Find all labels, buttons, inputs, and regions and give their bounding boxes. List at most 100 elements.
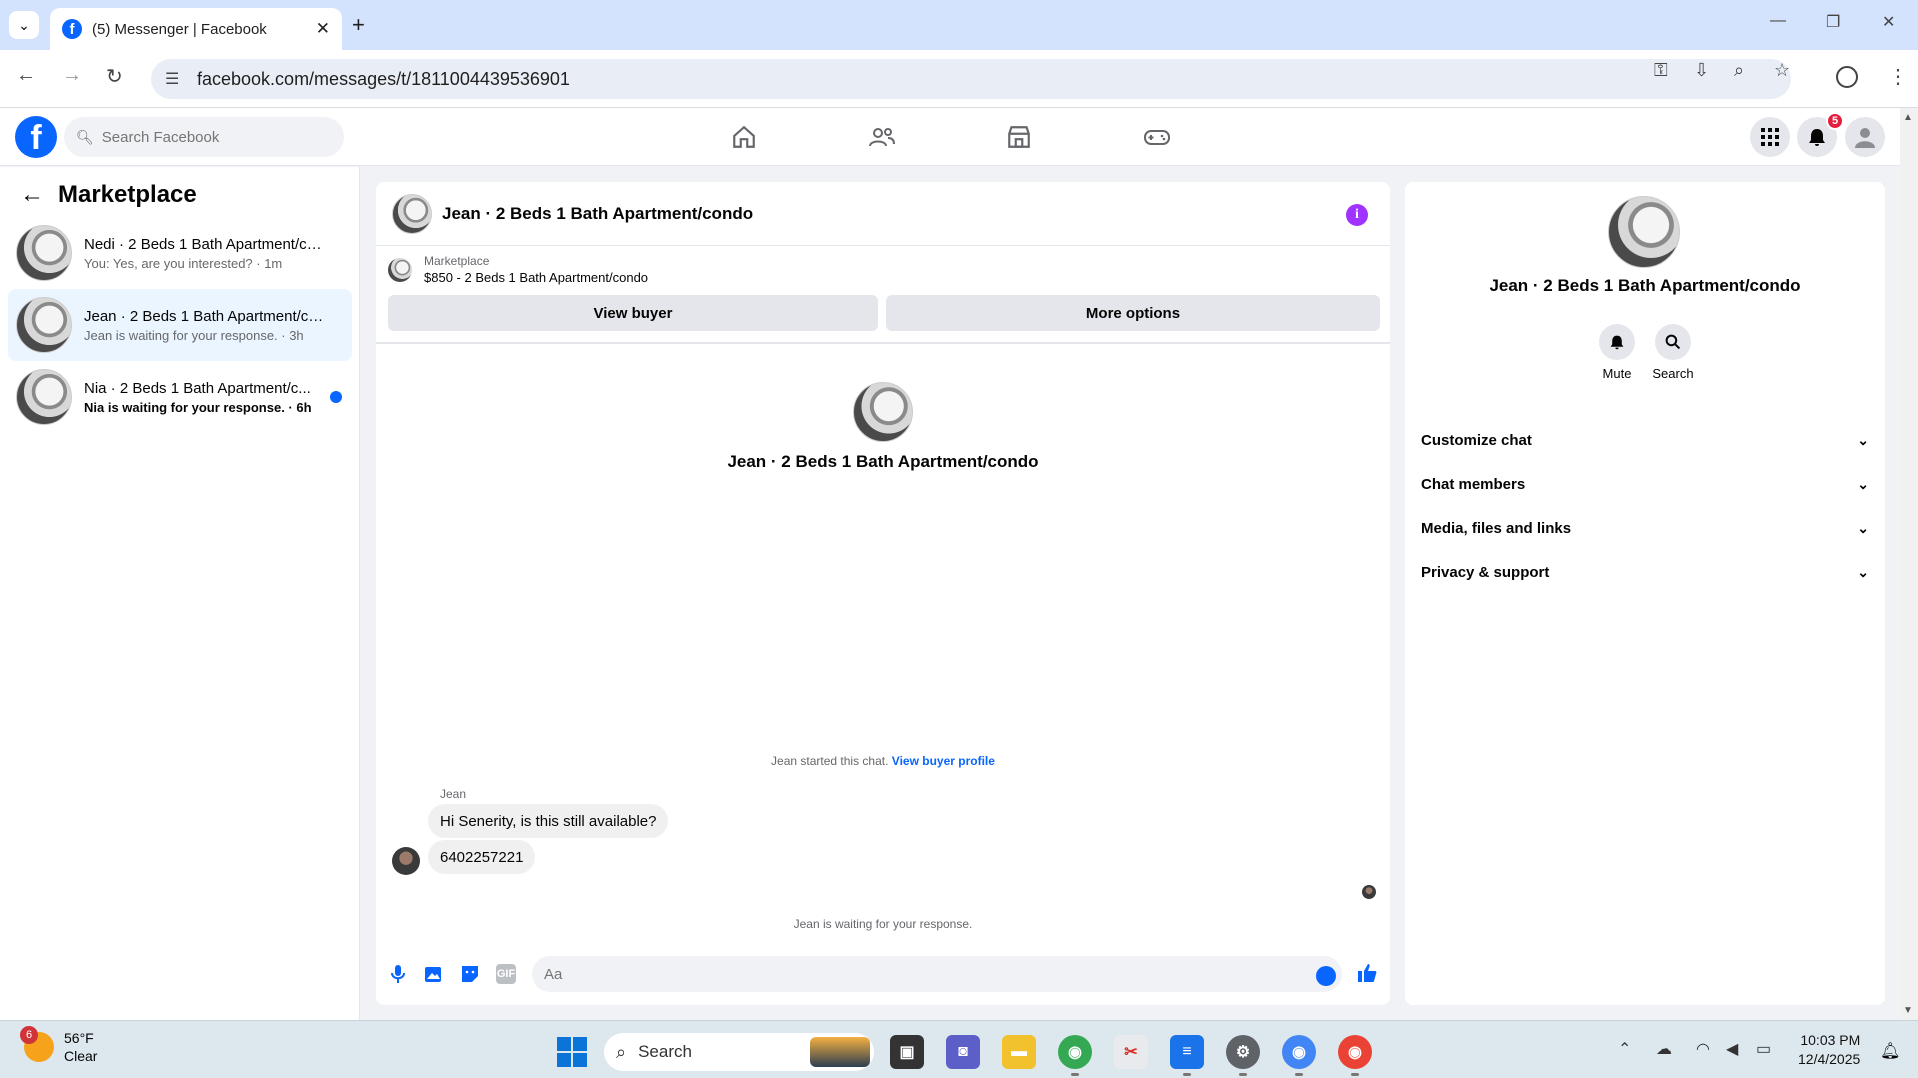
media-files-links-row[interactable]: Media, files and links ⌄ <box>1421 510 1869 546</box>
notification-badge: 5 <box>1826 112 1844 130</box>
sticker-icon[interactable] <box>460 964 480 984</box>
running-indicator <box>1239 1073 1247 1076</box>
system-clock[interactable]: 10:03 PM 12/4/2025 <box>1798 1031 1860 1069</box>
browser-tab[interactable]: f (5) Messenger | Facebook ✕ <box>50 8 342 50</box>
intro-avatar <box>853 382 913 442</box>
window-close-icon[interactable]: ✕ <box>1882 12 1895 32</box>
chat-avatar[interactable] <box>392 193 432 234</box>
gaming-icon[interactable] <box>1141 121 1173 153</box>
photo-icon[interactable] <box>424 964 444 984</box>
account-avatar-icon[interactable] <box>1845 117 1885 157</box>
emoji-icon[interactable] <box>1316 966 1336 986</box>
listing-thumbnail <box>388 257 412 282</box>
page-scrollbar[interactable]: ▲ ▼ <box>1900 108 1918 1020</box>
close-tab-icon[interactable]: ✕ <box>316 19 330 39</box>
row-label: Media, files and links <box>1421 519 1572 537</box>
scroll-up-icon[interactable]: ▲ <box>1903 112 1913 123</box>
taskbar-search[interactable]: ⌕ Search <box>604 1033 874 1071</box>
listing-avatar <box>16 225 72 281</box>
marketplace-listing[interactable]: Marketplace $850 - 2 Beds 1 Bath Apartme… <box>388 254 648 285</box>
time: 10:03 PM <box>1800 1032 1861 1048</box>
chat-started-notice: Jean started this chat. View buyer profi… <box>376 754 1390 768</box>
reload-icon[interactable]: ↻ <box>106 64 123 89</box>
chat-members-row[interactable]: Chat members ⌄ <box>1421 466 1869 502</box>
volume-icon[interactable]: ◀ <box>1726 1039 1738 1059</box>
conversation-item-nedi[interactable]: Nedi · 2 Beds 1 Bath Apartment/co... You… <box>8 217 352 289</box>
conversation-item-jean[interactable]: Jean · 2 Beds 1 Bath Apartment/co... Jea… <box>8 289 352 361</box>
task-view-icon[interactable]: ▣ <box>890 1035 924 1069</box>
facebook-logo-icon[interactable]: f <box>15 116 57 158</box>
divider <box>376 342 1390 344</box>
message-bubble[interactable]: Hi Senerity, is this still available? <box>428 804 669 838</box>
onedrive-icon[interactable]: ☁ <box>1656 1039 1672 1059</box>
marketplace-icon[interactable] <box>1003 121 1035 153</box>
bookmark-star-icon[interactable]: ☆ <box>1774 60 1790 81</box>
conversation-item-nia[interactable]: Nia · 2 Beds 1 Bath Apartment/c... Nia i… <box>8 361 352 433</box>
view-buyer-profile-link[interactable]: View buyer profile <box>892 754 995 768</box>
site-info-icon[interactable]: ☰ <box>165 69 179 89</box>
weather-badge: 6 <box>20 1026 38 1044</box>
show-hidden-icons-icon[interactable]: ⌃ <box>1618 1039 1631 1059</box>
weather-widget[interactable]: 6 56°F Clear <box>20 1026 97 1065</box>
teams-icon[interactable]: ◙ <box>946 1035 980 1069</box>
message-input[interactable] <box>532 956 1342 992</box>
sender-avatar[interactable] <box>392 847 420 875</box>
facebook-search-input[interactable] <box>101 128 302 146</box>
new-tab-button[interactable]: + <box>352 12 365 38</box>
privacy-support-row[interactable]: Privacy & support ⌄ <box>1421 554 1869 590</box>
facebook-search[interactable]: 🔍︎ <box>64 117 344 157</box>
running-indicator <box>1071 1073 1079 1076</box>
browser-menu-icon[interactable]: ⋮ <box>1888 64 1908 89</box>
conversation-preview: Nia is waiting for your response. · 6h <box>84 399 312 415</box>
back-icon[interactable]: ← <box>16 64 36 87</box>
friends-icon[interactable] <box>866 121 898 153</box>
scroll-down-icon[interactable]: ▼ <box>1903 1005 1913 1016</box>
url-text[interactable]: facebook.com/messages/t/1811004439536901 <box>197 69 570 90</box>
back-arrow-icon[interactable]: ← <box>20 181 44 209</box>
wifi-icon[interactable]: ◠ <box>1696 1039 1710 1059</box>
search-chat-button[interactable]: Search <box>1645 324 1701 381</box>
search-icon: ⌕ <box>616 1041 627 1062</box>
view-buyer-button[interactable]: View buyer <box>388 295 878 331</box>
notepad-icon[interactable]: ≡ <box>1170 1035 1204 1069</box>
battery-icon[interactable]: ▭ <box>1756 1039 1771 1059</box>
notification-center-icon[interactable]: 🔔︎ <box>1880 1041 1900 1061</box>
address-bar[interactable]: ☰ facebook.com/messages/t/18110044395369… <box>151 59 1791 99</box>
chrome-profile-icon[interactable]: ◉ <box>1282 1035 1316 1069</box>
password-key-icon[interactable]: ⚿ <box>1654 60 1668 81</box>
install-app-icon[interactable]: ⇩ <box>1694 60 1709 81</box>
panel-title: Marketplace <box>58 181 197 208</box>
tab-search-button[interactable]: ⌄ <box>9 11 39 39</box>
chrome-profile-2-icon[interactable]: ◉ <box>1338 1035 1372 1069</box>
file-explorer-icon[interactable]: ▬ <box>1002 1035 1036 1069</box>
conversation-list-panel: ← Marketplace Nedi · 2 Beds 1 Bath Apart… <box>0 167 360 1020</box>
details-avatar[interactable] <box>1608 196 1680 268</box>
home-icon[interactable] <box>728 121 760 153</box>
chevron-down-icon: ⌄ <box>1857 431 1869 448</box>
facebook-favicon-icon: f <box>62 19 82 39</box>
gif-icon[interactable]: GIF <box>496 964 516 984</box>
forward-icon[interactable]: → <box>62 64 82 87</box>
started-text: Jean started this chat. <box>771 754 889 768</box>
customize-chat-row[interactable]: Customize chat ⌄ <box>1421 422 1869 458</box>
browser-toolbar: ← → ↻ ☰ facebook.com/messages/t/18110044… <box>0 50 1918 108</box>
chat-title[interactable]: Jean · 2 Beds 1 Bath Apartment/condo <box>442 204 753 224</box>
minimize-icon[interactable]: — <box>1770 12 1786 30</box>
message-bubble[interactable]: 6402257221 <box>428 840 536 874</box>
microphone-icon[interactable] <box>388 964 408 984</box>
row-label: Customize chat <box>1421 431 1532 449</box>
running-indicator <box>1351 1073 1359 1076</box>
thumbs-up-icon[interactable] <box>1356 962 1378 990</box>
marketplace-label: Marketplace <box>424 254 490 268</box>
settings-gear-icon[interactable]: ⚙ <box>1226 1035 1260 1069</box>
snipping-tool-icon[interactable]: ✂ <box>1114 1035 1148 1069</box>
browser-profile-icon[interactable] <box>1836 66 1858 88</box>
info-icon[interactable]: i <box>1346 204 1368 226</box>
mute-button[interactable]: Mute <box>1589 324 1645 381</box>
more-options-button[interactable]: More options <box>886 295 1380 331</box>
windows-start-icon[interactable] <box>557 1037 587 1067</box>
menu-grid-icon[interactable] <box>1750 117 1790 157</box>
chrome-icon[interactable]: ◉ <box>1058 1035 1092 1069</box>
zoom-icon[interactable]: ⌕ <box>1734 60 1744 81</box>
restore-icon[interactable]: ❐ <box>1826 12 1840 32</box>
